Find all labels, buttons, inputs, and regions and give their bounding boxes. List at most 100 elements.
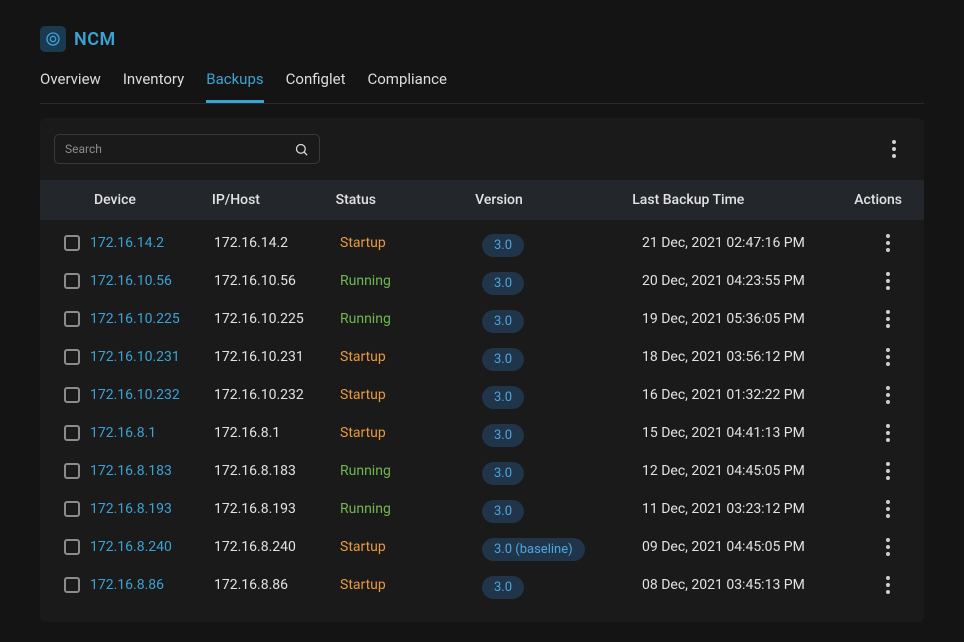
tab-overview[interactable]: Overview [40, 70, 101, 103]
search-icon [294, 142, 309, 157]
version-cell: 3.0 [482, 305, 642, 333]
table-row: 172.16.8.1172.16.8.1Startup3.015 Dec, 20… [40, 414, 924, 452]
actions-cell [868, 230, 902, 256]
version-badge[interactable]: 3.0 [482, 234, 524, 257]
ip-cell: 172.16.10.231 [214, 349, 340, 365]
backup-time-cell: 08 Dec, 2021 03:45:13 PM [642, 577, 868, 593]
col-header-device: Device [64, 192, 212, 208]
version-cell: 3.0 [482, 457, 642, 485]
tab-backups[interactable]: Backups [206, 70, 263, 103]
row-menu-button[interactable] [880, 420, 896, 446]
row-menu-button[interactable] [880, 382, 896, 408]
row-checkbox[interactable] [64, 425, 80, 441]
ip-cell: 172.16.8.240 [214, 539, 340, 555]
table-row: 172.16.10.56172.16.10.56Running3.020 Dec… [40, 262, 924, 300]
row-menu-button[interactable] [880, 534, 896, 560]
row-checkbox[interactable] [64, 539, 80, 555]
version-badge[interactable]: 3.0 [482, 576, 524, 599]
brand-icon [40, 26, 66, 52]
panel-menu-button[interactable] [886, 136, 902, 162]
version-badge[interactable]: 3.0 [482, 348, 524, 371]
row-checkbox[interactable] [64, 235, 80, 251]
ip-cell: 172.16.8.183 [214, 463, 340, 479]
col-header-status: Status [336, 192, 475, 208]
backup-time-cell: 16 Dec, 2021 01:32:22 PM [642, 387, 868, 403]
version-badge[interactable]: 3.0 [482, 310, 524, 333]
tab-configlet[interactable]: Configlet [286, 70, 346, 103]
version-cell: 3.0 [482, 267, 642, 295]
backup-time-cell: 19 Dec, 2021 05:36:05 PM [642, 311, 868, 327]
table-row: 172.16.14.2172.16.14.2Startup3.021 Dec, … [40, 224, 924, 262]
row-menu-button[interactable] [880, 344, 896, 370]
backup-panel: Device IP/Host Status Version Last Backu… [40, 118, 924, 622]
row-checkbox[interactable] [64, 387, 80, 403]
device-link[interactable]: 172.16.8.1 [90, 425, 156, 441]
status-cell: Startup [340, 425, 482, 441]
row-menu-button[interactable] [880, 496, 896, 522]
version-badge[interactable]: 3.0 [482, 500, 524, 523]
backup-time-cell: 18 Dec, 2021 03:56:12 PM [642, 349, 868, 365]
row-menu-button[interactable] [880, 458, 896, 484]
row-checkbox[interactable] [64, 311, 80, 327]
row-menu-button[interactable] [880, 268, 896, 294]
row-checkbox[interactable] [64, 349, 80, 365]
tabs: Overview Inventory Backups Configlet Complia… [40, 70, 924, 104]
tab-inventory[interactable]: Inventory [123, 70, 184, 103]
device-link[interactable]: 172.16.10.231 [90, 349, 180, 365]
backup-time-cell: 09 Dec, 2021 04:45:05 PM [642, 539, 868, 555]
status-cell: Running [340, 273, 482, 289]
toolbar [40, 118, 924, 180]
search-input[interactable] [65, 142, 294, 156]
actions-cell [868, 496, 902, 522]
device-link[interactable]: 172.16.10.56 [90, 273, 172, 289]
ip-cell: 172.16.10.56 [214, 273, 340, 289]
version-badge[interactable]: 3.0 [482, 272, 524, 295]
ip-cell: 172.16.10.232 [214, 387, 340, 403]
table-header: Device IP/Host Status Version Last Backu… [40, 180, 924, 220]
device-link[interactable]: 172.16.10.225 [90, 311, 180, 327]
col-header-actions: Actions [854, 192, 902, 208]
row-checkbox[interactable] [64, 577, 80, 593]
col-header-ip: IP/Host [212, 192, 336, 208]
row-checkbox[interactable] [64, 273, 80, 289]
row-menu-button[interactable] [880, 306, 896, 332]
version-badge[interactable]: 3.0 (baseline) [482, 538, 585, 561]
ip-cell: 172.16.10.225 [214, 311, 340, 327]
actions-cell [868, 268, 902, 294]
status-cell: Startup [340, 235, 482, 251]
backup-time-cell: 11 Dec, 2021 03:23:12 PM [642, 501, 868, 517]
version-badge[interactable]: 3.0 [482, 386, 524, 409]
row-menu-button[interactable] [880, 230, 896, 256]
table-row: 172.16.8.183172.16.8.183Running3.012 Dec… [40, 452, 924, 490]
table-body: 172.16.14.2172.16.14.2Startup3.021 Dec, … [40, 220, 924, 604]
device-link[interactable]: 172.16.8.240 [90, 539, 172, 555]
search-box[interactable] [54, 134, 320, 164]
backup-time-cell: 15 Dec, 2021 04:41:13 PM [642, 425, 868, 441]
tab-compliance[interactable]: Compliance [367, 70, 446, 103]
table-row: 172.16.8.86172.16.8.86Startup3.008 Dec, … [40, 566, 924, 604]
device-link[interactable]: 172.16.8.193 [90, 501, 172, 517]
row-checkbox[interactable] [64, 501, 80, 517]
backup-time-cell: 12 Dec, 2021 04:45:05 PM [642, 463, 868, 479]
status-cell: Running [340, 501, 482, 517]
device-link[interactable]: 172.16.10.232 [90, 387, 180, 403]
actions-cell [868, 572, 902, 598]
col-header-backup: Last Backup Time [632, 192, 854, 208]
status-cell: Startup [340, 539, 482, 555]
row-checkbox[interactable] [64, 463, 80, 479]
actions-cell [868, 382, 902, 408]
row-menu-button[interactable] [880, 572, 896, 598]
device-link[interactable]: 172.16.8.183 [90, 463, 172, 479]
table-row: 172.16.8.240172.16.8.240Startup3.0 (base… [40, 528, 924, 566]
device-link[interactable]: 172.16.8.86 [90, 577, 164, 593]
device-link[interactable]: 172.16.14.2 [90, 235, 164, 251]
version-badge[interactable]: 3.0 [482, 462, 524, 485]
actions-cell [868, 344, 902, 370]
version-cell: 3.0 [482, 229, 642, 257]
version-badge[interactable]: 3.0 [482, 424, 524, 447]
version-cell: 3.0 [482, 495, 642, 523]
table-row: 172.16.10.225172.16.10.225Running3.019 D… [40, 300, 924, 338]
actions-cell [868, 420, 902, 446]
status-cell: Startup [340, 387, 482, 403]
version-cell: 3.0 [482, 419, 642, 447]
